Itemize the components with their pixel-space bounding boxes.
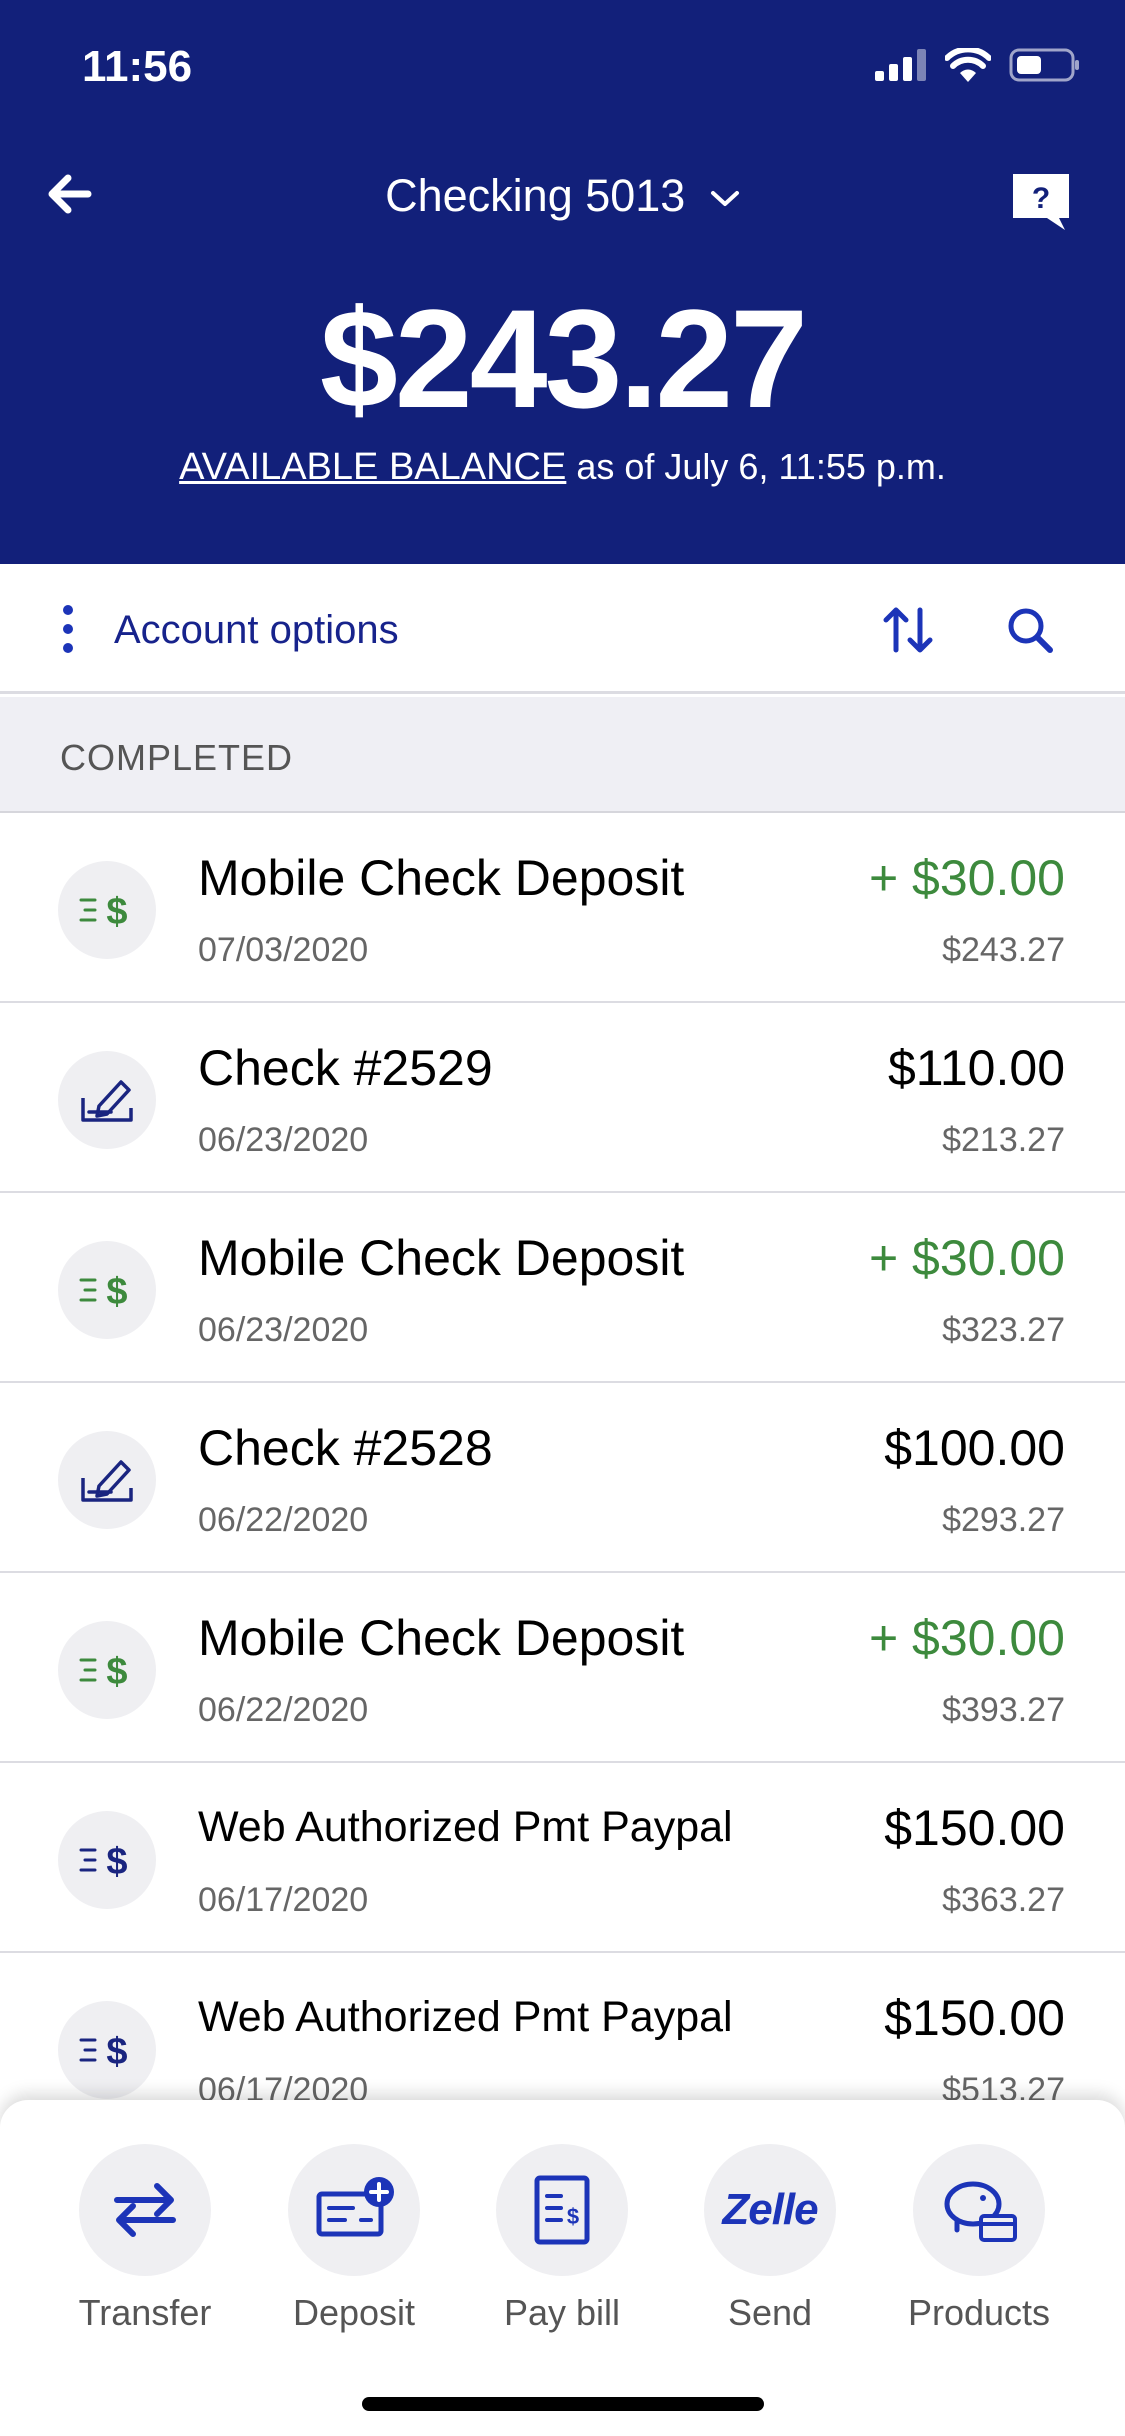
section-title: COMPLETED (60, 737, 294, 778)
running-balance: $393.27 (942, 1691, 1065, 1729)
transaction-list: $ Mobile Check Deposit 07/03/2020 + $30.… (0, 813, 1125, 2143)
piggy-bank-icon (913, 2144, 1045, 2276)
payment-dollar-icon: $ (58, 2001, 156, 2099)
available-balance-link[interactable]: AVAILABLE BALANCE (179, 446, 566, 488)
running-balance: $243.27 (942, 931, 1065, 969)
transaction-name: Check #2528 (198, 1420, 493, 1476)
svg-text:$: $ (567, 2204, 579, 2229)
transaction-amount: + $30.00 (868, 1230, 1065, 1286)
kebab-menu-icon[interactable] (58, 604, 78, 654)
transaction-date: 06/23/2020 (198, 1121, 369, 1159)
deposit-label: Deposit (292, 2292, 416, 2333)
transaction-amount: + $30.00 (868, 850, 1065, 906)
svg-text:$: $ (106, 2031, 127, 2072)
deposit-dollar-icon: $ (58, 1621, 156, 1719)
search-button[interactable] (1000, 600, 1060, 660)
transaction-row[interactable]: Check #2529 06/23/2020 $110.00 $213.27 (0, 1003, 1125, 1193)
account-options-button[interactable]: Account options (114, 608, 399, 653)
transaction-date: 06/22/2020 (198, 1691, 369, 1729)
send-zelle-button[interactable]: Zelle Send (680, 2144, 860, 2334)
account-options-bar: Account options (0, 564, 1125, 694)
balance-caption: AVAILABLE BALANCE as of July 6, 11:55 p.… (0, 446, 1125, 489)
products-button[interactable]: Products (889, 2144, 1069, 2334)
transaction-date: 06/23/2020 (198, 1311, 369, 1349)
signal-icon (875, 49, 926, 81)
running-balance: $323.27 (942, 1311, 1065, 1349)
transaction-date: 07/03/2020 (198, 931, 369, 969)
transaction-amount: $100.00 (884, 1420, 1065, 1476)
transaction-amount: $110.00 (887, 1040, 1065, 1096)
transaction-name: Web Authorized Pmt Paypal (198, 1803, 733, 1851)
send-label: Send (727, 2292, 813, 2333)
zelle-logo: Zelle (704, 2144, 836, 2276)
status-time: 11:56 (82, 42, 193, 91)
transaction-amount: $150.00 (884, 1990, 1065, 2046)
search-icon (1008, 608, 1053, 653)
transaction-row[interactable]: $ Mobile Check Deposit 06/22/2020 + $30.… (0, 1573, 1125, 1763)
svg-text:$: $ (106, 891, 127, 932)
sort-arrows-icon (883, 607, 933, 653)
balance-amount: $243.27 (319, 280, 808, 437)
transaction-name: Mobile Check Deposit (198, 850, 685, 906)
transaction-amount: + $30.00 (868, 1610, 1065, 1666)
running-balance: $213.27 (942, 1121, 1065, 1159)
quick-actions-bar: Transfer Deposit $ Pay bill Zelle Send P… (0, 2100, 1125, 2436)
transaction-row[interactable]: Check #2528 06/22/2020 $100.00 $293.27 (0, 1383, 1125, 1573)
deposit-check-icon (288, 2144, 420, 2276)
transaction-name: Mobile Check Deposit (198, 1610, 685, 1666)
running-balance: $363.27 (942, 1881, 1065, 1919)
bill-icon: $ (496, 2144, 628, 2276)
check-pen-icon (58, 1431, 156, 1529)
deposit-dollar-icon: $ (58, 861, 156, 959)
pay-bill-label: Pay bill (503, 2292, 621, 2333)
balance-as-of: as of July 6, 11:55 p.m. (566, 446, 946, 487)
transaction-name: Web Authorized Pmt Paypal (198, 1993, 733, 2041)
svg-text:?: ? (1032, 182, 1050, 215)
payment-dollar-icon: $ (58, 1811, 156, 1909)
transaction-name: Mobile Check Deposit (198, 1230, 685, 1286)
products-label: Products (907, 2292, 1051, 2333)
transfer-arrows-icon (79, 2144, 211, 2276)
transaction-row[interactable]: $ Mobile Check Deposit 06/23/2020 + $30.… (0, 1193, 1125, 1383)
status-icons (875, 48, 1081, 82)
deposit-button[interactable]: Deposit (264, 2144, 444, 2334)
help-chat-icon: ? (1013, 174, 1069, 230)
account-title: Checking 5013 (385, 170, 686, 221)
home-indicator[interactable] (362, 2397, 764, 2411)
transaction-row[interactable]: $ Web Authorized Pmt Paypal 06/17/2020 $… (0, 1763, 1125, 1953)
svg-text:$: $ (106, 1271, 127, 1312)
svg-text:$: $ (106, 1841, 127, 1882)
transaction-date: 06/22/2020 (198, 1501, 369, 1539)
help-button[interactable]: ? (1009, 170, 1073, 232)
wifi-icon (945, 48, 991, 82)
running-balance: $293.27 (942, 1501, 1065, 1539)
svg-text:$: $ (106, 1651, 127, 1692)
sort-button[interactable] (878, 600, 938, 660)
section-header-completed: COMPLETED (0, 697, 1125, 813)
transaction-name: Check #2529 (198, 1040, 493, 1096)
transaction-date: 06/17/2020 (198, 1881, 369, 1919)
chevron-down-icon (710, 191, 739, 207)
transfer-label: Transfer (78, 2292, 212, 2333)
account-header: 11:56 Checking 5013 ? $243.27 AVAILABLE … (0, 0, 1125, 564)
transaction-row[interactable]: $ Mobile Check Deposit 07/03/2020 + $30.… (0, 813, 1125, 1003)
deposit-dollar-icon: $ (58, 1241, 156, 1339)
transfer-button[interactable]: Transfer (55, 2144, 235, 2334)
transaction-amount: $150.00 (884, 1800, 1065, 1856)
pay-bill-button[interactable]: $ Pay bill (472, 2144, 652, 2334)
zelle-logo-text: Zelle (722, 2185, 818, 2234)
check-pen-icon (58, 1051, 156, 1149)
battery-icon (1009, 48, 1079, 82)
account-selector[interactable]: Checking 5013 (0, 170, 1125, 222)
